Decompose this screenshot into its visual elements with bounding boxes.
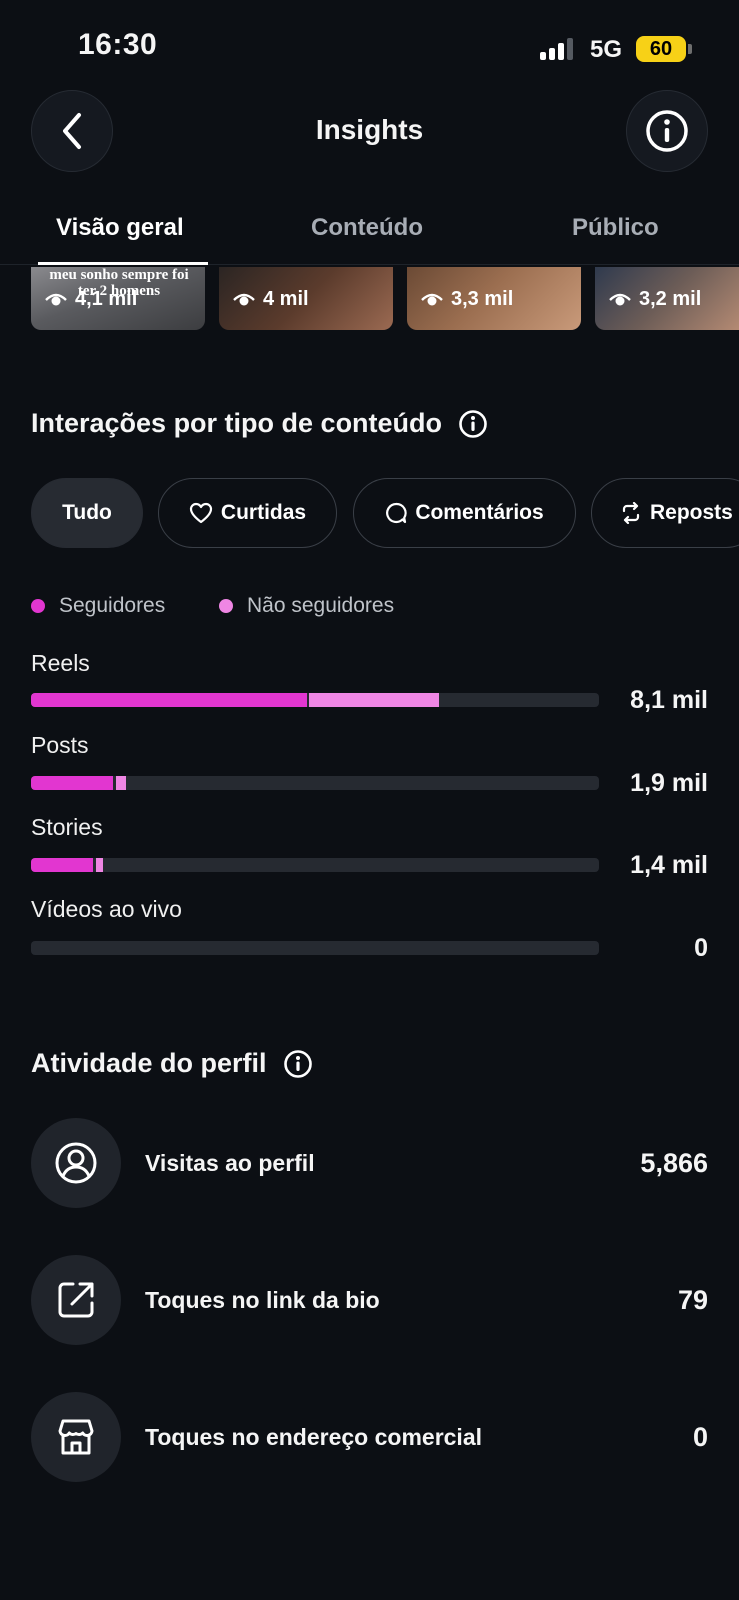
eye-icon: [45, 293, 67, 305]
content-thumbnail[interactable]: 4 mil: [219, 267, 393, 330]
tab-visao-geral[interactable]: Visão geral: [56, 214, 184, 242]
filter-label: Reposts: [650, 501, 733, 524]
row-value-posts: 1,9 mil: [630, 769, 708, 797]
bar-followers: [31, 776, 114, 790]
content-thumbnail[interactable]: 3,3 mil: [407, 267, 581, 330]
business-address-icon-circle: [31, 1392, 121, 1482]
legend-dot: [31, 599, 45, 613]
thumbnail-views: 4 mil: [233, 288, 309, 311]
thumbnail-views: 4,1 mil: [45, 288, 137, 311]
status-time: 16:30: [78, 28, 158, 61]
row-label-videos-ao-vivo: Vídeos ao vivo: [31, 896, 182, 922]
views-count: 4 mil: [263, 288, 309, 310]
battery-icon: 60: [636, 36, 692, 62]
eye-icon: [609, 293, 631, 305]
legend-label: Seguidores: [59, 594, 166, 617]
filter-label: Curtidas: [220, 501, 307, 524]
profile-icon: [55, 1142, 97, 1184]
legend-item-seguidores: Seguidores: [31, 594, 165, 618]
legend-dot: [219, 599, 233, 613]
tab-conteudo[interactable]: Conteúdo: [311, 214, 423, 242]
eye-icon: [421, 293, 443, 305]
repost-icon: [622, 502, 640, 524]
active-tab-indicator: [38, 262, 208, 265]
thumbnail-views: 3,2 mil: [609, 288, 701, 311]
info-icon[interactable]: [458, 409, 488, 439]
bar-non-followers: [95, 858, 103, 872]
comment-icon: [386, 502, 408, 524]
filter-chip-comentarios[interactable]: Comentários: [353, 478, 576, 548]
bar-followers: [31, 858, 94, 872]
filter-label: Tudo: [62, 501, 112, 524]
external-link-icon: [58, 1282, 94, 1318]
row-label-stories: Stories: [31, 814, 103, 840]
storefront-icon: [58, 1419, 94, 1455]
profile-visits-value: 5,866: [640, 1148, 708, 1178]
profile-activity-title: Atividade do perfil: [31, 1048, 267, 1078]
profile-activity-section-title: Atividade do perfil: [31, 1048, 313, 1079]
row-value-reels: 8,1 mil: [630, 686, 708, 714]
tab-publico[interactable]: Público: [572, 214, 659, 242]
views-count: 3,2 mil: [639, 288, 702, 310]
info-icon[interactable]: [283, 1049, 313, 1079]
views-count: 4,1 mil: [75, 288, 138, 310]
filter-chip-curtidas[interactable]: Curtidas: [158, 478, 337, 548]
bio-link-label: Toques no link da bio: [145, 1287, 380, 1313]
interactions-section-title: Interações por tipo de conteúdo: [31, 408, 488, 439]
bio-link-icon-circle: [31, 1255, 121, 1345]
filter-label: Comentários: [415, 501, 544, 524]
bar-track-videos-ao-vivo: [31, 941, 599, 955]
content-thumbnail[interactable]: 3,2 mil: [595, 267, 739, 330]
signal-icon: [540, 38, 576, 60]
bar-track-reels: [31, 693, 599, 707]
interactions-title: Interações por tipo de conteúdo: [31, 408, 443, 438]
profile-visits-label: Visitas ao perfil: [145, 1150, 315, 1176]
bar-followers: [31, 693, 308, 707]
bar-track-stories: [31, 858, 599, 872]
profile-visits-icon-circle: [31, 1118, 121, 1208]
thumbnail-views: 3,3 mil: [421, 288, 513, 311]
info-icon: [646, 110, 688, 152]
network-type: 5G: [590, 36, 623, 63]
battery-level: 60: [649, 38, 673, 60]
legend-label: Não seguidores: [247, 594, 395, 617]
filter-chip-tudo[interactable]: Tudo: [31, 478, 143, 548]
row-value-stories: 1,4 mil: [630, 851, 708, 879]
row-label-posts: Posts: [31, 732, 89, 758]
eye-icon: [233, 293, 255, 305]
info-button[interactable]: [626, 90, 708, 172]
legend-item-nao-seguidores: Não seguidores: [219, 594, 394, 618]
views-count: 3,3 mil: [451, 288, 514, 310]
row-value-videos-ao-vivo: 0: [694, 934, 708, 962]
bar-non-followers: [115, 776, 126, 790]
row-label-reels: Reels: [31, 650, 90, 676]
filter-chip-reposts[interactable]: Reposts: [591, 478, 739, 548]
bar-track-posts: [31, 776, 599, 790]
bio-link-value: 79: [677, 1285, 708, 1315]
bar-non-followers: [309, 693, 439, 707]
business-address-label: Toques no endereço comercial: [145, 1424, 483, 1450]
content-thumbnail[interactable]: meu sonho sempre foi ter 2 homens 4,1 mi…: [31, 267, 205, 330]
heart-icon: [189, 502, 213, 524]
business-address-value: 0: [692, 1422, 708, 1452]
